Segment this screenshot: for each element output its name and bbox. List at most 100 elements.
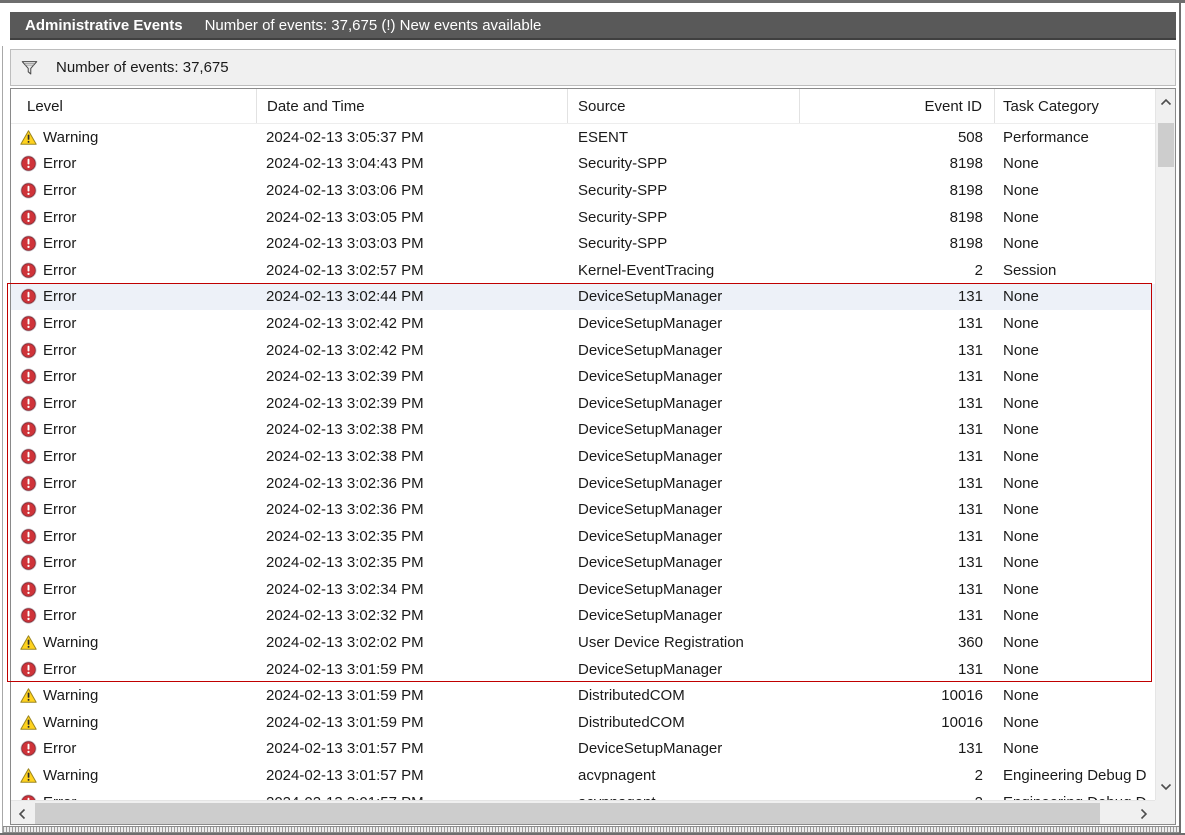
table-row[interactable]: Error 2024-02-13 3:02:38 PM DeviceSetupM… xyxy=(11,417,1155,444)
source-cell: Security-SPP xyxy=(568,177,800,204)
table-row[interactable]: Error 2024-02-13 3:03:05 PM Security-SPP… xyxy=(11,204,1155,231)
level-label: Error xyxy=(43,368,76,385)
page-title: Administrative Events xyxy=(25,17,183,34)
table-row[interactable]: Error 2024-02-13 3:01:59 PM DeviceSetupM… xyxy=(11,656,1155,683)
scroll-up-button[interactable] xyxy=(1156,89,1176,115)
vertical-scrollbar-thumb[interactable] xyxy=(1158,123,1174,167)
table-row[interactable]: Error 2024-02-13 3:01:57 PM DeviceSetupM… xyxy=(11,736,1155,763)
column-header-level[interactable]: Level xyxy=(11,89,257,123)
datetime-cell: 2024-02-13 3:02:36 PM xyxy=(257,496,568,523)
table-row[interactable]: Error 2024-02-13 3:04:43 PM Security-SPP… xyxy=(11,151,1155,178)
filter-funnel-icon xyxy=(21,59,38,76)
table-row[interactable]: Warning 2024-02-13 3:05:37 PM ESENT 508 … xyxy=(11,124,1155,151)
level-cell: Error xyxy=(11,363,257,390)
level-label: Error xyxy=(43,182,76,199)
datetime-cell: 2024-02-13 3:02:34 PM xyxy=(257,576,568,603)
table-row[interactable]: Error 2024-02-13 3:02:39 PM DeviceSetupM… xyxy=(11,390,1155,417)
table-row[interactable]: Error 2024-02-13 3:02:35 PM DeviceSetupM… xyxy=(11,550,1155,577)
task-category-cell: Session xyxy=(995,257,1155,284)
error-icon xyxy=(20,740,37,757)
level-label: Warning xyxy=(43,714,98,731)
table-row[interactable]: Warning 2024-02-13 3:02:02 PM User Devic… xyxy=(11,629,1155,656)
level-cell: Error xyxy=(11,523,257,550)
table-row[interactable]: Warning 2024-02-13 3:01:59 PM Distribute… xyxy=(11,709,1155,736)
error-icon xyxy=(20,182,37,199)
source-cell: DeviceSetupManager xyxy=(568,470,800,497)
level-label: Error xyxy=(43,501,76,518)
column-header-event-id[interactable]: Event ID xyxy=(800,89,995,123)
table-row[interactable]: Error 2024-02-13 3:02:36 PM DeviceSetupM… xyxy=(11,496,1155,523)
level-label: Error xyxy=(43,155,76,172)
scroll-right-button[interactable] xyxy=(1133,801,1155,825)
vertical-scrollbar[interactable] xyxy=(1155,89,1175,800)
datetime-cell: 2024-02-13 3:02:44 PM xyxy=(257,284,568,311)
event-id-cell: 10016 xyxy=(800,709,995,736)
column-header-date-and-time[interactable]: Date and Time xyxy=(257,89,568,123)
level-cell: Error xyxy=(11,257,257,284)
table-row[interactable]: Error 2024-02-13 3:02:35 PM DeviceSetupM… xyxy=(11,523,1155,550)
error-icon xyxy=(20,262,37,279)
task-category-cell: None xyxy=(995,496,1155,523)
event-id-cell: 508 xyxy=(800,124,995,151)
table-row[interactable]: Warning 2024-02-13 3:01:57 PM acvpnagent… xyxy=(11,762,1155,789)
warning-icon xyxy=(20,714,37,731)
task-category-cell: None xyxy=(995,363,1155,390)
datetime-cell: 2024-02-13 3:03:06 PM xyxy=(257,177,568,204)
table-row[interactable]: Error 2024-02-13 3:03:03 PM Security-SPP… xyxy=(11,230,1155,257)
task-category-cell: None xyxy=(995,629,1155,656)
table-row[interactable]: Error 2024-02-13 3:02:42 PM DeviceSetupM… xyxy=(11,310,1155,337)
level-cell: Warning xyxy=(11,629,257,656)
scroll-left-button[interactable] xyxy=(11,801,33,825)
datetime-cell: 2024-02-13 3:02:38 PM xyxy=(257,417,568,444)
event-id-cell: 2 xyxy=(800,789,995,800)
error-icon xyxy=(20,475,37,492)
scroll-down-button[interactable] xyxy=(1156,774,1176,800)
error-icon xyxy=(20,448,37,465)
error-icon xyxy=(20,288,37,305)
table-row[interactable]: Error 2024-02-13 3:02:32 PM DeviceSetupM… xyxy=(11,603,1155,630)
task-category-cell: None xyxy=(995,576,1155,603)
warning-icon xyxy=(20,129,37,146)
level-cell: Error xyxy=(11,576,257,603)
event-id-cell: 131 xyxy=(800,656,995,683)
horizontal-scrollbar[interactable] xyxy=(11,800,1155,825)
table-row[interactable]: Warning 2024-02-13 3:01:59 PM Distribute… xyxy=(11,682,1155,709)
source-cell: acvpnagent xyxy=(568,789,800,800)
error-icon xyxy=(20,315,37,332)
table-row[interactable]: Error 2024-02-13 3:02:57 PM Kernel-Event… xyxy=(11,257,1155,284)
event-id-cell: 131 xyxy=(800,496,995,523)
source-cell: Security-SPP xyxy=(568,204,800,231)
table-row[interactable]: Error 2024-02-13 3:02:42 PM DeviceSetupM… xyxy=(11,337,1155,364)
event-id-cell: 8198 xyxy=(800,230,995,257)
source-cell: Kernel-EventTracing xyxy=(568,257,800,284)
table-row[interactable]: Error 2024-02-13 3:02:44 PM DeviceSetupM… xyxy=(11,284,1155,311)
task-category-cell: None xyxy=(995,177,1155,204)
column-header-task-category[interactable]: Task Category xyxy=(995,89,1155,123)
horizontal-scrollbar-thumb[interactable] xyxy=(35,803,1100,824)
table-row[interactable]: Error 2024-02-13 3:02:39 PM DeviceSetupM… xyxy=(11,363,1155,390)
table-row[interactable]: Error 2024-02-13 3:02:34 PM DeviceSetupM… xyxy=(11,576,1155,603)
source-cell: DistributedCOM xyxy=(568,709,800,736)
event-id-cell: 2 xyxy=(800,762,995,789)
column-header-source[interactable]: Source xyxy=(568,89,800,123)
source-cell: acvpnagent xyxy=(568,762,800,789)
source-cell: DeviceSetupManager xyxy=(568,310,800,337)
error-icon xyxy=(20,368,37,385)
pane-border-left xyxy=(2,46,3,833)
level-cell: Error xyxy=(11,550,257,577)
level-label: Error xyxy=(43,342,76,359)
level-cell: Error xyxy=(11,789,257,800)
error-icon xyxy=(20,395,37,412)
task-category-cell: None xyxy=(995,390,1155,417)
table-row[interactable]: Error 2024-02-13 3:02:38 PM DeviceSetupM… xyxy=(11,443,1155,470)
table-row[interactable]: Error 2024-02-13 3:03:06 PM Security-SPP… xyxy=(11,177,1155,204)
level-cell: Error xyxy=(11,603,257,630)
level-cell: Error xyxy=(11,417,257,444)
table-row[interactable]: Error 2024-02-13 3:02:36 PM DeviceSetupM… xyxy=(11,470,1155,497)
warning-icon xyxy=(20,687,37,704)
task-category-cell: None xyxy=(995,204,1155,231)
chevron-right-icon xyxy=(1140,808,1148,820)
table-row[interactable]: Error 2024-02-13 3:01:57 PM acvpnagent 2… xyxy=(11,789,1155,800)
source-cell: DeviceSetupManager xyxy=(568,337,800,364)
datetime-cell: 2024-02-13 3:04:43 PM xyxy=(257,151,568,178)
